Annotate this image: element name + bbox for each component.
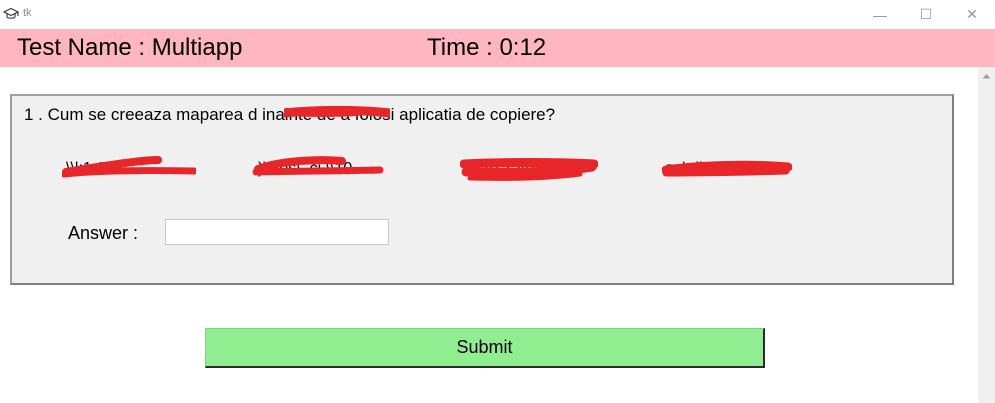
close-button[interactable]: ✕ bbox=[949, 0, 995, 29]
window-title: tk bbox=[23, 7, 32, 19]
maximize-button[interactable]: ☐ bbox=[903, 0, 949, 29]
minimize-button[interactable]: — bbox=[857, 0, 903, 29]
header-bar: Test Name : Multiapp Time : 0:12 bbox=[0, 29, 995, 67]
vertical-scrollbar[interactable] bbox=[978, 67, 995, 403]
submit-button[interactable]: Submit bbox=[205, 328, 765, 368]
option-1[interactable]: \\l:1.1 bbox=[66, 160, 105, 178]
answer-input[interactable] bbox=[165, 219, 389, 245]
option-4[interactable]: z :\cli.d bbox=[666, 160, 716, 178]
answer-label: Answer : bbox=[68, 223, 139, 243]
title-bar: tk — ☐ ✕ bbox=[0, 0, 995, 29]
close-icon: ✕ bbox=[966, 6, 978, 22]
question-text: 1 . Cum se creeaza maparea d inainte de … bbox=[24, 105, 556, 124]
minimize-icon: — bbox=[873, 6, 887, 23]
question-frame: 1 . Cum se creeaza maparea d inainte de … bbox=[10, 94, 954, 285]
graduation-cap-icon bbox=[2, 6, 20, 22]
option-2[interactable]: )\files\ .ci \\10. bbox=[258, 160, 357, 178]
timer-label: Time : 0:12 bbox=[427, 34, 547, 61]
maximize-icon: ☐ bbox=[919, 6, 933, 22]
scroll-up-arrow-icon[interactable] bbox=[978, 69, 995, 83]
content-area: 1 . Cum se creeaza maparea d inainte de … bbox=[0, 67, 978, 403]
test-name-label: Test Name : Multiapp bbox=[17, 34, 243, 61]
option-3[interactable]: s .20.1.40 bbox=[464, 160, 534, 178]
